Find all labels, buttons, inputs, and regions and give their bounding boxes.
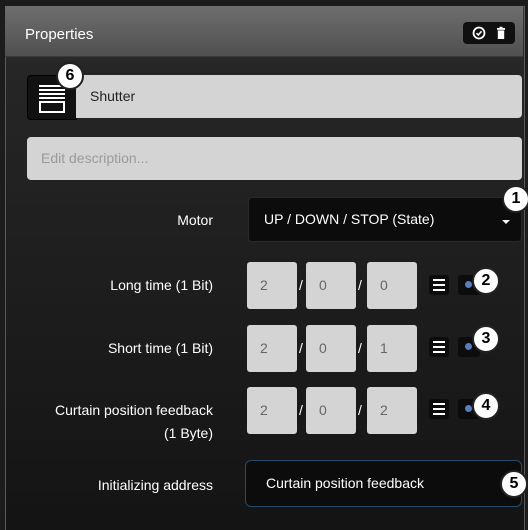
address-middle-group[interactable]: 0 bbox=[306, 387, 356, 434]
address-middle-group[interactable]: 0 bbox=[306, 262, 356, 309]
callout-badge-5: 5 bbox=[500, 470, 528, 498]
address-separator: / bbox=[299, 402, 303, 418]
callout-badge-4: 4 bbox=[472, 392, 500, 420]
motor-select[interactable]: UP / DOWN / STOP (State) bbox=[248, 197, 522, 242]
trash-icon[interactable] bbox=[493, 25, 509, 41]
chevron-down-icon bbox=[502, 220, 510, 224]
callout-badge-2: 2 bbox=[472, 267, 500, 295]
long-time-label: Long time (1 Bit) bbox=[110, 277, 213, 293]
callout-badge-1: 1 bbox=[502, 185, 528, 213]
check-circle-icon[interactable] bbox=[471, 25, 487, 41]
address-separator: / bbox=[299, 340, 303, 356]
address-middle-group[interactable]: 0 bbox=[306, 325, 356, 372]
list-icon[interactable] bbox=[429, 337, 449, 357]
init-address-select[interactable]: Curtain position feedback bbox=[245, 460, 522, 507]
address-main-group[interactable]: 2 bbox=[247, 262, 297, 309]
init-address-label: Initializing address bbox=[97, 477, 213, 493]
curtain-feedback-sublabel: (1 Byte) bbox=[163, 425, 213, 441]
panel-header: Properties bbox=[5, 6, 523, 57]
description-input[interactable]: Edit description... bbox=[27, 137, 522, 180]
address-main-group[interactable]: 2 bbox=[247, 325, 297, 372]
address-sub-group[interactable]: 0 bbox=[367, 262, 417, 309]
motor-label: Motor bbox=[177, 212, 213, 228]
address-sub-group[interactable]: 1 bbox=[367, 325, 417, 372]
address-main-group[interactable]: 2 bbox=[247, 387, 297, 434]
header-actions bbox=[463, 22, 515, 44]
callout-badge-3: 3 bbox=[472, 325, 500, 353]
panel-title: Properties bbox=[25, 26, 94, 43]
device-name-input[interactable]: Shutter bbox=[76, 75, 522, 118]
address-separator: / bbox=[358, 340, 362, 356]
address-sub-group[interactable]: 2 bbox=[367, 387, 417, 434]
list-icon[interactable] bbox=[429, 399, 449, 419]
list-icon[interactable] bbox=[429, 275, 449, 295]
address-separator: / bbox=[358, 402, 362, 418]
address-separator: / bbox=[358, 277, 362, 293]
callout-badge-6: 6 bbox=[56, 62, 84, 90]
address-separator: / bbox=[299, 277, 303, 293]
short-time-label: Short time (1 Bit) bbox=[107, 340, 213, 356]
curtain-feedback-label: Curtain position feedback bbox=[55, 402, 213, 418]
